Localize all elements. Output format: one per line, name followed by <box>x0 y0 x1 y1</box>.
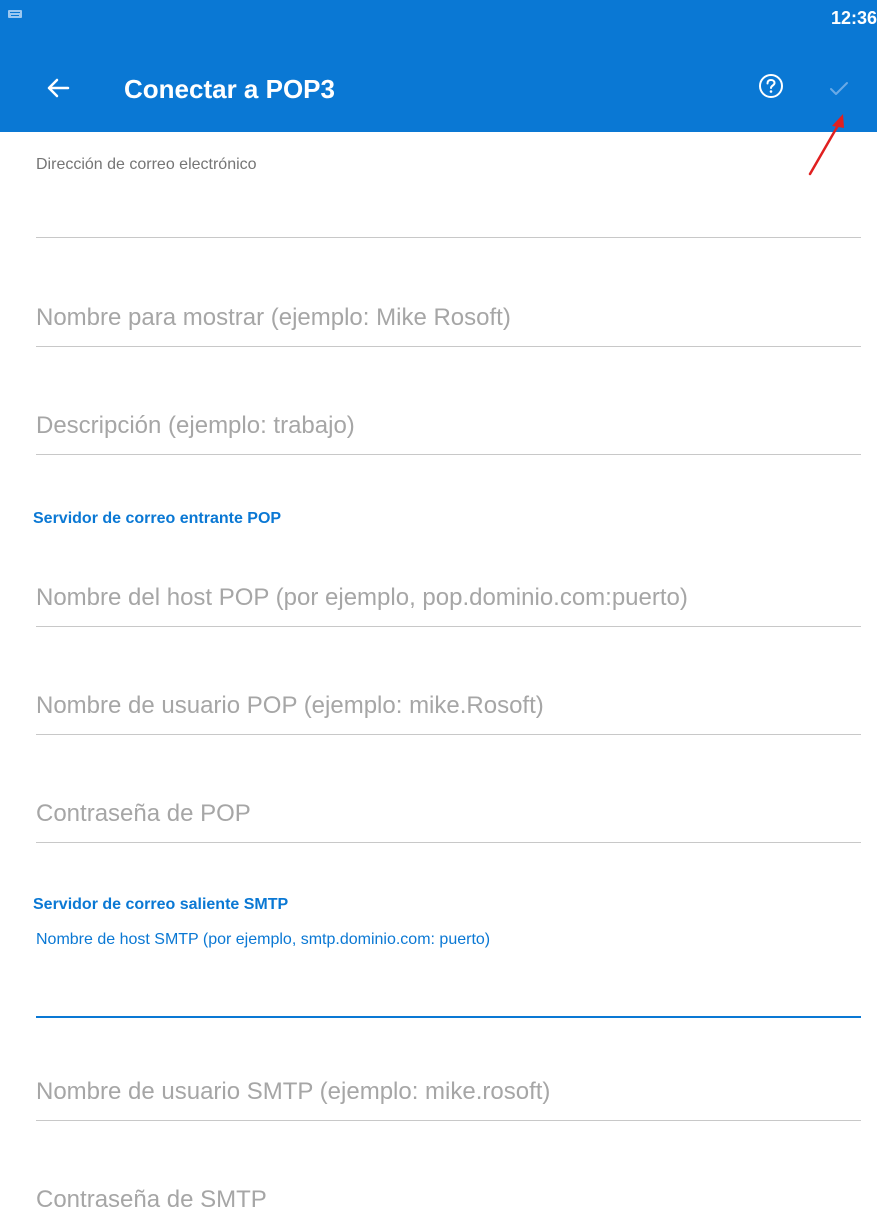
display-name-field[interactable] <box>36 290 861 347</box>
incoming-server-section-header: Servidor de correo entrante POP <box>33 510 282 527</box>
pop-password-field[interactable] <box>36 786 861 843</box>
smtp-host-label: Nombre de host SMTP (por ejemplo, smtp.d… <box>36 931 491 948</box>
outgoing-server-section-header: Servidor de correo saliente SMTP <box>33 896 289 913</box>
keyboard-icon <box>8 10 22 18</box>
pop-host-field[interactable] <box>36 570 861 627</box>
smtp-host-field[interactable] <box>36 970 861 1018</box>
page-title: Conectar a POP3 <box>124 74 335 104</box>
status-time: 12:36 <box>830 8 877 28</box>
arrow-left-icon[interactable] <box>40 70 76 106</box>
email-field[interactable] <box>36 196 861 238</box>
email-label: Dirección de correo electrónico <box>36 156 257 173</box>
app-bar: Conectar a POP3 <box>0 34 877 132</box>
description-field[interactable] <box>36 398 861 455</box>
status-bar: 12:36 <box>0 0 877 34</box>
help-circle-icon[interactable] <box>756 71 786 101</box>
smtp-username-field[interactable] <box>36 1064 861 1121</box>
check-icon[interactable] <box>825 75 853 101</box>
pop-username-field[interactable] <box>36 678 861 735</box>
smtp-password-field[interactable] <box>36 1172 861 1228</box>
